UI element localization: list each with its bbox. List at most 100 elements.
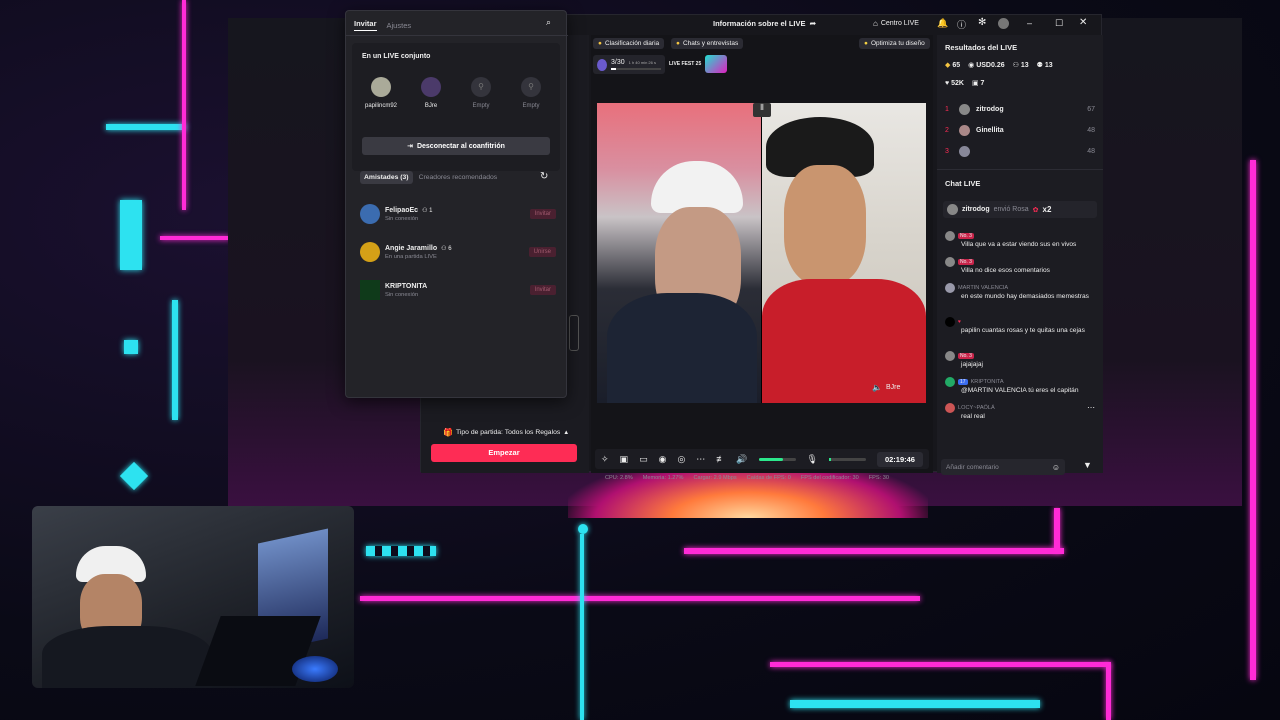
shirt-shape [42, 626, 212, 688]
neon-line [770, 662, 1110, 667]
stat-encoder-fps: FPS del codificador: 30 [800, 475, 859, 481]
mic-slider[interactable] [828, 457, 866, 461]
stats-bar: CPU: 2.8% Memoria: 1.27% Cargar: 2.9 Mbp… [605, 475, 889, 481]
bell-icon[interactable]: 🔔 [937, 18, 948, 29]
live-goal-widget[interactable]: 3/30 1 h 40 min 26 s [593, 55, 665, 74]
ranking-row[interactable]: 3 48 [945, 141, 1095, 162]
tab-recommended[interactable]: Creadores recomendados [419, 174, 498, 181]
slot-name: BJre [424, 103, 438, 109]
video-preview: 🔈 BJre ⦀ [597, 103, 926, 403]
record-icon[interactable]: ◉ [659, 454, 667, 465]
caret-up-icon: ▲ [563, 429, 570, 436]
ranking-row[interactable]: 2 Ginellita 48 [945, 120, 1095, 141]
friend-row: KRIPTONITA Sin conexión Invitar [360, 271, 556, 309]
scroll-handle[interactable] [569, 315, 579, 351]
settings-icon[interactable]: ✻ [978, 17, 986, 28]
chat-message[interactable]: No. 3 jajajajaj [945, 351, 1095, 377]
ranking-list: 1 zitrodog 67 2 Ginellita 48 3 48 [945, 99, 1095, 162]
centro-live-button[interactable]: ⌂ Centro LIVE [873, 19, 919, 28]
gift-notification: zitrodog envió Rosa ✿ x2 [943, 201, 1097, 218]
stat-memory: Memoria: 1.27% [642, 475, 684, 481]
rank-score: 48 [1087, 148, 1095, 155]
window-icon[interactable]: ▭ [639, 454, 648, 465]
fest-label: LIVE FEST 25 [669, 61, 702, 67]
join-button[interactable]: Unirse [528, 247, 556, 257]
avatar[interactable] [998, 18, 1009, 29]
slot-host[interactable]: papilincm92 [357, 77, 405, 109]
invite-button[interactable]: Invitar [529, 285, 556, 295]
stat-fps: FPS: 30 [868, 475, 889, 481]
refresh-icon[interactable]: ↻ [540, 171, 548, 182]
neon-line [172, 300, 178, 420]
screen-icon[interactable]: ▣ [620, 454, 629, 465]
gift-text: envió Rosa [993, 206, 1029, 213]
more-icon[interactable]: ⋯ [696, 454, 705, 465]
share-icon: ➦ [809, 19, 817, 28]
chat-message[interactable]: ♥ papilin cuantas rosas y te quitas una … [945, 317, 1095, 351]
ranking-row[interactable]: 1 zitrodog 67 [945, 99, 1095, 120]
gift-icon: ▣ [971, 80, 979, 87]
match-type-select[interactable]: 🎁 Tipo de partida: Todos los Regalos ▲ [443, 428, 569, 437]
rank-badge: No. 3 [958, 233, 974, 239]
optimize-design-button[interactable]: ● Optimiza tu diseño [859, 38, 930, 49]
tab-settings[interactable]: Ajustes [387, 21, 412, 30]
chat-message[interactable]: 17 KRIPTONITA @MARTIN VALENCIA tú eres el… [945, 377, 1095, 403]
goal-timer: 1 h 40 min 26 s [628, 60, 656, 65]
mic-icon[interactable]: 🎙 [807, 454, 818, 465]
chat-message[interactable]: No. 3 Villa no dice esos comentarios [945, 257, 1095, 283]
emoji-icon[interactable]: ☺ [1052, 463, 1060, 472]
users-icon: ⚇ [1012, 62, 1019, 69]
close-icon[interactable]: ✕ [1079, 17, 1087, 28]
effects-icon[interactable]: ◎ [677, 454, 685, 465]
filter-icon[interactable]: ▼ [1083, 460, 1092, 470]
slot-guest[interactable]: BJre [407, 77, 455, 109]
message-text: en este mundo hay demasiados memestras [961, 293, 1089, 300]
tag-chats-interviews[interactable]: ● Chats y entrevistas [671, 38, 744, 49]
neon-line [106, 124, 186, 130]
comment-input[interactable]: Añadir comentario ☺ [941, 459, 1065, 475]
magic-icon[interactable]: ✧ [601, 454, 609, 465]
message-text: real real [961, 413, 985, 420]
guest-label[interactable]: 🔈 BJre [872, 383, 900, 392]
start-button[interactable]: Empezar [431, 444, 577, 462]
avatar [959, 125, 970, 136]
rank-number: 1 [945, 106, 949, 113]
message-text: Villa no dice esos comentarios [961, 267, 1050, 274]
guest-name: BJre [885, 384, 901, 391]
tab-invite[interactable]: Invitar [354, 19, 377, 31]
fest-icon [705, 55, 728, 73]
volume-icon[interactable]: 🔊 [736, 454, 747, 465]
stat-upload: Cargar: 2.9 Mbps [693, 475, 737, 481]
search-icon[interactable]: ⌕ [546, 17, 551, 28]
minimize-icon[interactable]: – [1027, 18, 1032, 28]
gift-count: x2 [1042, 205, 1052, 214]
person-icon: ⚲ [521, 77, 541, 97]
slot-empty[interactable]: ⚲ Empty [457, 77, 505, 109]
disconnect-cohost-button[interactable]: ⇥ Desconectar al coanfitrión [362, 137, 550, 155]
mixer-icon[interactable]: ≢ [716, 454, 725, 464]
rose-icon: ✿ [1032, 206, 1039, 214]
bulb-icon: ● [864, 40, 868, 47]
rank-name: Ginellita [976, 127, 1004, 134]
chat-message[interactable]: LOCY~PAÖLÁ real real ⋯ [945, 403, 1095, 427]
tag-label: Clasificación diaria [604, 40, 660, 47]
maximize-icon[interactable]: ☐ [1055, 18, 1063, 29]
layout-toggle-icon[interactable]: ⦀ [753, 103, 771, 117]
more-icon[interactable]: ⋯ [1087, 403, 1095, 412]
friend-status: Sin conexión [385, 215, 419, 222]
live-info-link[interactable]: Información sobre el LIVE ➦ [713, 19, 816, 28]
live-fest-banner[interactable]: LIVE FEST 25 [669, 55, 728, 73]
invite-button[interactable]: Invitar [529, 209, 556, 219]
help-icon[interactable]: ⓘ [957, 18, 966, 31]
friends-tabs: Amistades (3) Creadores recomendados [360, 171, 497, 184]
avatar [959, 146, 970, 157]
tab-friends[interactable]: Amistades (3) [360, 171, 413, 184]
trophy-icon: ● [598, 40, 602, 47]
tag-daily-ranking[interactable]: ● Clasificación diaria [593, 38, 665, 49]
volume-slider[interactable] [758, 457, 796, 461]
chat-message[interactable]: MARTIN VALENCIA en este mundo hay demasi… [945, 283, 1095, 317]
chat-message[interactable]: No. 3 Villa que va a estar viendo sus en… [945, 231, 1095, 257]
slot-empty[interactable]: ⚲ Empty [507, 77, 555, 109]
rank-score: 48 [1087, 127, 1095, 134]
chat-messages: No. 3 Villa que va a estar viendo sus en… [945, 231, 1095, 427]
